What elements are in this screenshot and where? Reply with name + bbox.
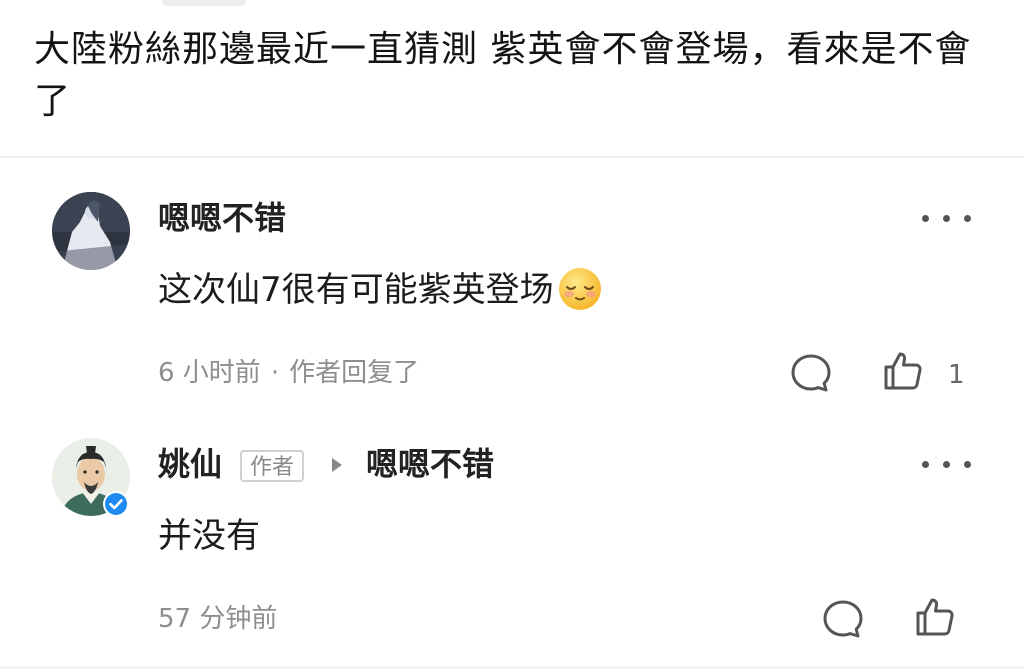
more-options-icon[interactable] (920, 456, 974, 472)
author-tag: 作者 (240, 450, 305, 482)
like-count: 1 (948, 360, 965, 390)
username[interactable]: 姚仙 (158, 444, 222, 484)
comment-text: 这次仙7很有可能紫英登场 (158, 267, 604, 313)
reply-arrow-icon (332, 458, 342, 472)
thumbs-up-icon[interactable] (880, 348, 926, 394)
avatar-woman-in-white-icon (52, 192, 130, 270)
comment-meta: 6 小时前 · 作者回复了 (158, 356, 419, 390)
username[interactable]: 嗯嗯不错 (158, 198, 286, 238)
verified-check-badge-icon (103, 491, 129, 517)
more-options-icon[interactable] (920, 210, 974, 226)
thumbs-up-icon[interactable] (912, 594, 958, 640)
reply-target-username[interactable]: 嗯嗯不错 (366, 444, 494, 484)
top-handle (162, 0, 246, 6)
author-replied-note[interactable]: 作者回复了 (289, 358, 419, 388)
meta-separator: · (270, 358, 280, 388)
user-avatar[interactable] (52, 192, 130, 270)
comment-bubble-icon[interactable] (788, 350, 834, 396)
divider (0, 156, 1024, 158)
comment-meta: 57 分钟前 (158, 602, 277, 636)
comment-item: 嗯嗯不错 这次仙7很有可能紫英登场 6 小时前 · 作者回复了 1 (0, 190, 1024, 420)
comment-text-content: 这次仙7很有可能紫英登场 (158, 270, 554, 310)
relieved-face-emoji (558, 267, 601, 310)
comment-time: 6 小时前 (158, 358, 261, 388)
comment-bubble-icon[interactable] (820, 596, 866, 642)
post-text: 大陸粉絲那邊最近一直猜測 紫英會不會登場，看來是不會了 (34, 29, 972, 122)
comment-text: 并没有 (158, 516, 260, 556)
comment-time: 57 分钟前 (158, 604, 278, 634)
comment-item: 姚仙 作者 嗯嗯不错 并没有 57 分钟前 (0, 436, 1024, 666)
